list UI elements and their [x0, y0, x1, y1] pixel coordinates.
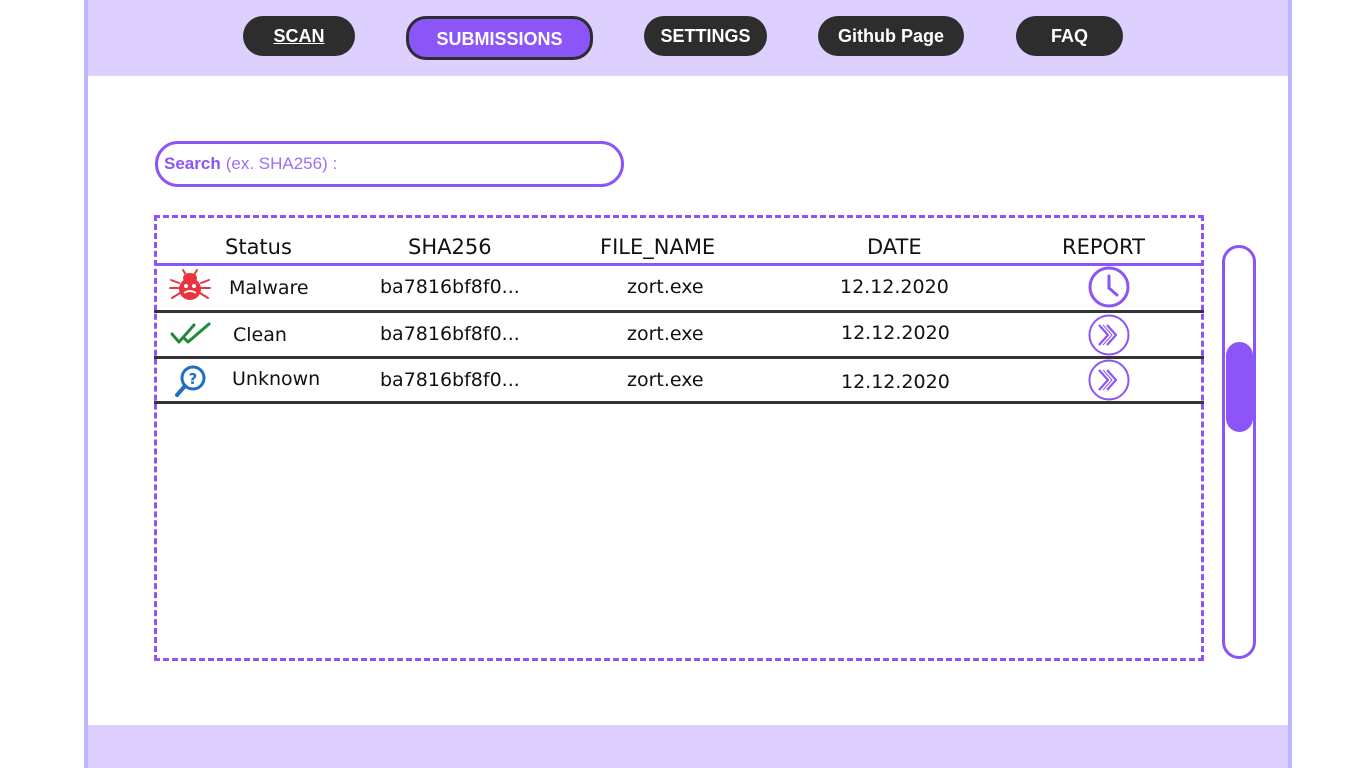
row-divider [154, 356, 1204, 359]
scrollbar-thumb[interactable] [1226, 342, 1253, 432]
header-sha256: SHA256 [408, 235, 492, 259]
row-date: 12.12.2020 [841, 371, 950, 393]
header-status: Status [225, 235, 292, 259]
bug-icon [169, 269, 211, 300]
row-date: 12.12.2020 [840, 276, 949, 298]
row-divider [154, 401, 1204, 404]
nav-submissions-button[interactable]: SUBMISSIONS [406, 16, 593, 60]
footer-bar [88, 725, 1288, 768]
row-file-name: zort.exe [627, 369, 704, 391]
nav-github-label: Github Page [837, 25, 944, 46]
nav-github-button[interactable]: Github Page [818, 16, 964, 56]
clock-icon[interactable] [1088, 266, 1130, 308]
row-divider [154, 310, 1204, 313]
nav-settings-button[interactable]: SETTINGS [644, 16, 767, 56]
header-file-name: FILE_NAME [600, 235, 716, 259]
row-file-name: zort.exe [627, 323, 704, 345]
scrollbar-track[interactable] [1222, 245, 1256, 659]
nav-scan-button[interactable]: SCAN [243, 16, 355, 56]
search-label: Search [164, 154, 221, 173]
double-chevron-right-icon[interactable] [1088, 359, 1130, 401]
row-status: Clean [233, 324, 287, 346]
search-question-icon: ? [175, 365, 206, 397]
double-chevron-right-icon[interactable] [1088, 314, 1130, 356]
nav-faq-button[interactable]: FAQ [1016, 16, 1123, 56]
nav-submissions-label: SUBMISSIONS [436, 28, 563, 49]
nav-faq-label: FAQ [1050, 25, 1088, 46]
header-report: REPORT [1062, 235, 1145, 259]
row-sha256: ba7816bf8f0... [380, 369, 520, 391]
header-date: DATE [867, 235, 922, 259]
nav-settings-label: SETTINGS [660, 25, 751, 46]
row-file-name: zort.exe [627, 276, 704, 298]
svg-text:?: ? [189, 370, 198, 388]
header-divider [157, 263, 1203, 266]
row-status: Unknown [232, 368, 321, 390]
row-sha256: ba7816bf8f0... [380, 323, 520, 345]
search-placeholder: (ex. SHA256) : [225, 154, 338, 173]
search-input[interactable]: Search (ex. SHA256) : [155, 141, 624, 187]
nav-scan-label: SCAN [273, 25, 325, 46]
double-check-icon [170, 322, 211, 344]
row-sha256: ba7816bf8f0... [380, 276, 520, 298]
row-status: Malware [229, 277, 309, 299]
row-date: 12.12.2020 [841, 322, 950, 344]
